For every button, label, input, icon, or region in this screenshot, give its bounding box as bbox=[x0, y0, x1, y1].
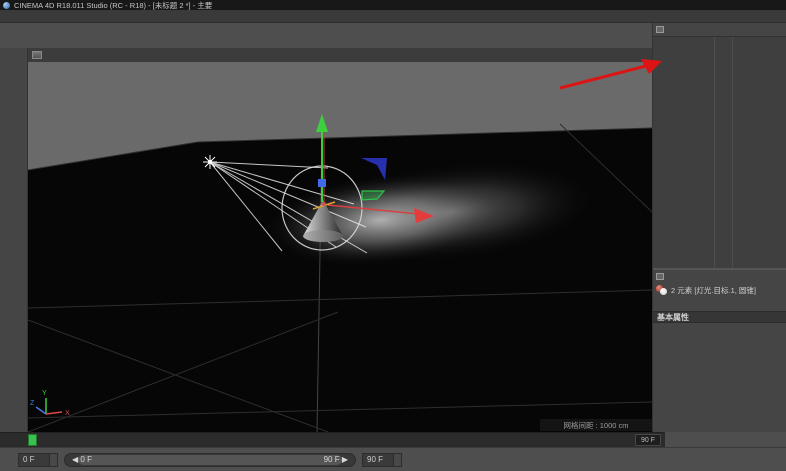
menu-bar bbox=[0, 10, 786, 23]
current-frame-marker[interactable] bbox=[28, 434, 37, 446]
current-frame-field[interactable]: 0 F bbox=[18, 453, 58, 467]
mode-toolbar bbox=[0, 48, 28, 432]
range-right-arrow-icon[interactable]: ▶ bbox=[342, 455, 348, 464]
light-source-star[interactable] bbox=[203, 155, 217, 169]
multi-selection-icon bbox=[656, 285, 668, 295]
transport-bar: 0 F ◀ 0 F 90 F ▶ 90 F bbox=[0, 447, 786, 471]
column-divider bbox=[714, 37, 715, 268]
attribute-manager-layout-icon[interactable] bbox=[656, 273, 664, 280]
window-title: CINEMA 4D R18.011 Studio (RC - R18) - [未… bbox=[14, 0, 212, 11]
viewport-3d-scene[interactable]: Y X Z bbox=[28, 62, 652, 432]
object-origin-dot bbox=[322, 202, 326, 206]
viewport-layout-icon[interactable] bbox=[32, 51, 42, 59]
title-bar: CINEMA 4D R18.011 Studio (RC - R18) - [未… bbox=[0, 0, 786, 10]
timeline-ruler[interactable]: 90 F bbox=[0, 432, 665, 447]
column-divider bbox=[732, 37, 733, 268]
right-panel: 2 元素 [灯光.目标.1, 圆锥] 基本属性 bbox=[652, 23, 786, 432]
attribute-tabs bbox=[653, 297, 786, 311]
object-manager-menubar bbox=[653, 23, 786, 36]
grid-spacing-label: 网格间距 : 1000 cm bbox=[540, 419, 652, 431]
attribute-rows bbox=[653, 323, 786, 325]
cone-base bbox=[303, 230, 343, 242]
axis-y-label: Y bbox=[42, 390, 47, 397]
basic-properties-header: 基本属性 bbox=[653, 311, 786, 323]
app-icon bbox=[3, 2, 10, 9]
cinema4d-window: CINEMA 4D R18.011 Studio (RC - R18) - [未… bbox=[0, 0, 786, 471]
end-frame-field[interactable]: 90 F bbox=[362, 453, 402, 467]
selection-info-text: 2 元素 [灯光.目标.1, 圆锥] bbox=[671, 285, 756, 296]
gizmo-z-handle[interactable] bbox=[318, 179, 326, 187]
viewport-menubar bbox=[28, 48, 652, 62]
axis-z-label: Z bbox=[30, 400, 35, 407]
object-manager-layout-icon[interactable] bbox=[656, 26, 664, 33]
selection-info-row: 2 元素 [灯光.目标.1, 圆锥] bbox=[653, 283, 786, 297]
timeline-end-field[interactable]: 90 F bbox=[635, 434, 661, 446]
range-left-arrow-icon[interactable]: ◀ bbox=[72, 455, 78, 464]
object-manager-tree bbox=[653, 36, 786, 268]
range-start-label: ◀ 0 F bbox=[72, 455, 92, 464]
attribute-manager: 2 元素 [灯光.目标.1, 圆锥] 基本属性 bbox=[653, 268, 786, 432]
top-toolbar bbox=[0, 23, 652, 48]
attribute-manager-menubar bbox=[653, 270, 786, 283]
preview-range-slider[interactable]: ◀ 0 F 90 F ▶ bbox=[64, 453, 356, 467]
axis-x-label: X bbox=[65, 410, 70, 417]
range-end-label: 90 F ▶ bbox=[324, 455, 348, 464]
viewport-panel: Y X Z 网格间距 : 1000 cm bbox=[28, 48, 652, 432]
